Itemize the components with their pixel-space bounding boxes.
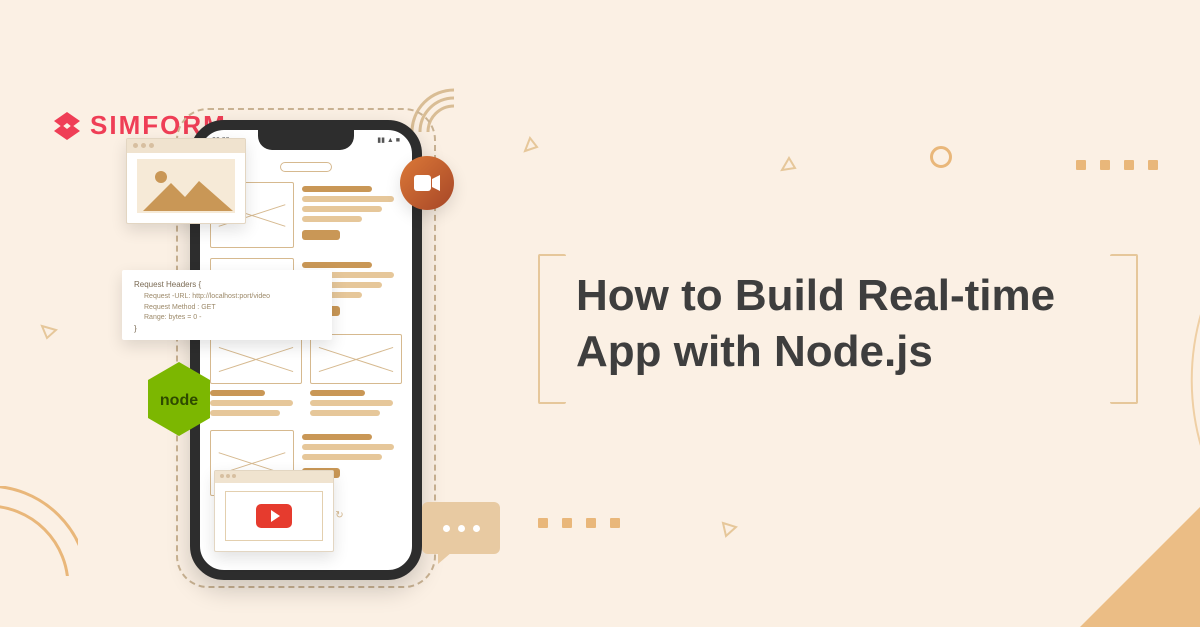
wf-line: [210, 400, 293, 406]
video-window-card: [214, 470, 334, 552]
wf-button: [302, 230, 340, 240]
headline-line2: App with Node.js: [576, 327, 933, 376]
illustration-scene: 06:00 ▮▮ ▲ ■: [162, 92, 502, 612]
triangle-icon: [720, 520, 738, 538]
wf-line: [302, 444, 394, 450]
code-footer: }: [134, 324, 320, 333]
wf-line: [302, 206, 382, 212]
wf-line: [302, 196, 394, 202]
triangle-icon: [780, 156, 798, 174]
arc-icon: [1090, 250, 1200, 510]
wf-line: [310, 390, 365, 396]
wf-line: [210, 410, 280, 416]
dots-icon: [1076, 160, 1158, 170]
wf-line: [310, 400, 393, 406]
wf-line: [302, 216, 362, 222]
bracket-left-icon: [538, 254, 566, 404]
code-header: Request Headers {: [134, 280, 320, 289]
wf-line: [302, 186, 372, 192]
video-camera-icon: [400, 156, 454, 210]
circle-icon: [930, 146, 952, 168]
triangle-icon: [522, 136, 540, 154]
wf-line: [210, 390, 265, 396]
wf-thumb: [210, 334, 302, 384]
code-line: Request -URL: http://localhost:port/vide…: [144, 292, 320, 303]
corner-triangle-icon: [1080, 507, 1200, 627]
wf-line: [310, 410, 380, 416]
image-window-card: [126, 138, 246, 224]
headline-block: How to Build Real-time App with Node.js: [548, 260, 1148, 389]
chat-bubble-icon: [422, 502, 500, 554]
wf-line: [302, 262, 372, 268]
wf-pill: [280, 162, 332, 172]
dots-icon: [538, 518, 620, 528]
triangle-icon: [40, 322, 58, 340]
node-label: node: [160, 392, 198, 409]
youtube-play-icon: [256, 504, 292, 528]
wf-line: [302, 434, 372, 440]
nodejs-badge-icon: node: [144, 360, 214, 430]
wf-thumb: [310, 334, 402, 384]
statusbar-icons: ▮▮ ▲ ■: [377, 136, 400, 144]
http-headers-card: Request Headers { Request -URL: http://l…: [122, 270, 332, 340]
code-line: Range: bytes = 0 -: [144, 313, 320, 324]
wf-line: [302, 454, 382, 460]
brand-mark-icon: [52, 111, 82, 141]
mountain-icon: [137, 167, 237, 213]
code-line: Request Method : GET: [144, 303, 320, 314]
page-title: How to Build Real-time App with Node.js: [548, 260, 1148, 389]
headline-line1: How to Build Real-time: [576, 271, 1055, 320]
arc-icon: [0, 486, 78, 576]
